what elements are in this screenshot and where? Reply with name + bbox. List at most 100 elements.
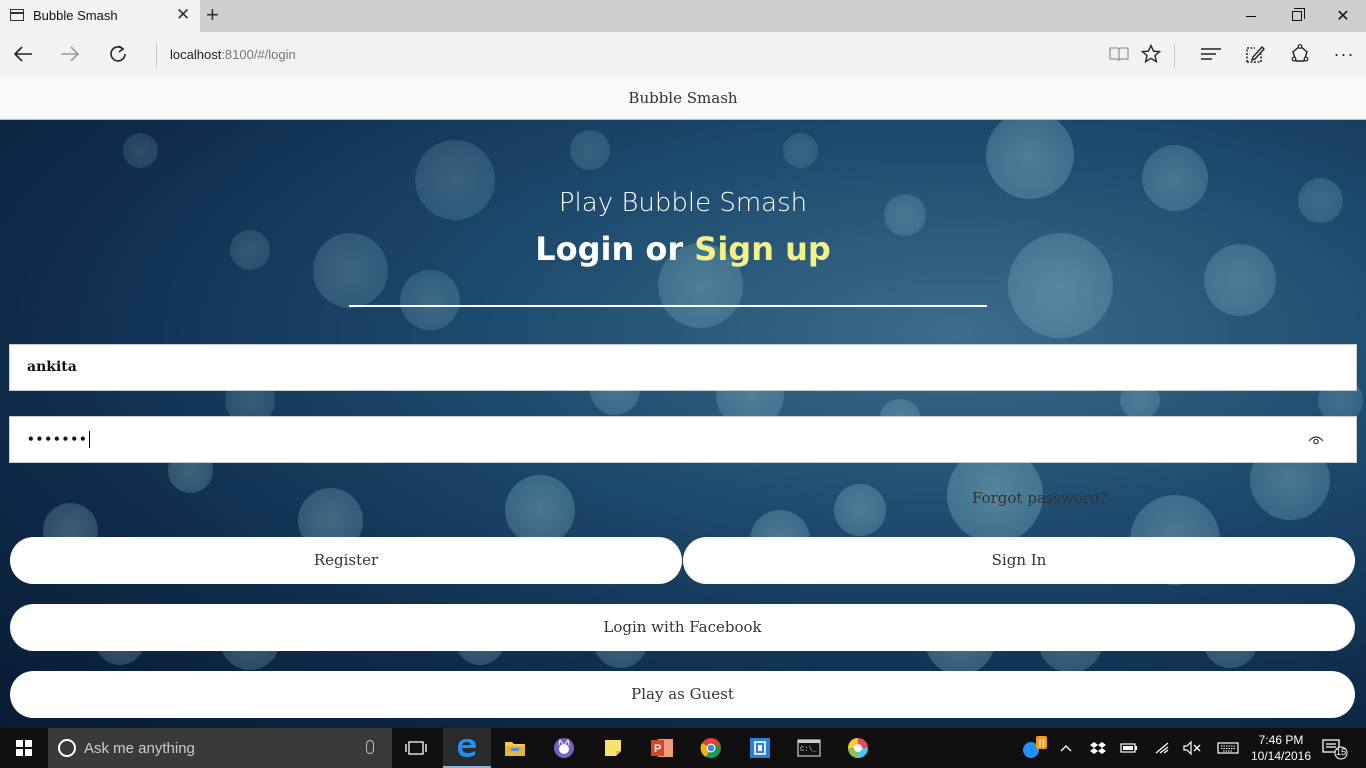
arrow-right-icon <box>61 46 80 62</box>
volume-tray[interactable] <box>1180 728 1204 768</box>
color-wheel-icon <box>848 738 868 758</box>
app-title: Bubble Smash <box>628 89 738 107</box>
hub-icon <box>1201 48 1221 60</box>
dropbox-tray[interactable] <box>1086 728 1110 768</box>
file-explorer-app[interactable] <box>491 728 539 768</box>
powerpoint-icon: P <box>651 739 673 757</box>
wifi-tray[interactable] <box>1150 728 1174 768</box>
minimize-button[interactable] <box>1228 0 1274 32</box>
edge-icon <box>458 739 476 757</box>
bokeh-circle <box>505 475 575 545</box>
hero-divider <box>349 305 987 307</box>
powerpoint-app[interactable]: P <box>638 728 686 768</box>
clock-date: 10/14/2016 <box>1250 749 1312 763</box>
tab-title: Bubble Smash <box>33 8 118 23</box>
folder-icon <box>505 742 525 756</box>
forward-button[interactable] <box>54 38 86 70</box>
tray-alert-app[interactable]: !! <box>1014 728 1054 768</box>
command-prompt-app[interactable]: C:\_ <box>785 728 833 768</box>
start-button[interactable] <box>0 728 48 768</box>
chrome-icon <box>700 738 721 759</box>
reading-view-button[interactable] <box>1103 38 1135 70</box>
refresh-button[interactable] <box>102 38 134 70</box>
dropbox-icon <box>1090 742 1106 754</box>
keyboard-icon <box>1217 742 1239 754</box>
action-center-button[interactable]: 15 <box>1320 736 1348 760</box>
hero-subtitle: Play Bubble Smash <box>558 188 808 218</box>
arrow-left-icon <box>13 46 32 62</box>
username-value: ankita <box>27 359 77 375</box>
svg-text:P: P <box>654 743 661 755</box>
bokeh-circle <box>834 484 886 536</box>
close-tab-icon[interactable]: ✕ <box>176 6 190 24</box>
battery-icon <box>1120 743 1137 753</box>
notification-count: 15 <box>1335 747 1346 757</box>
cortana-search[interactable]: Ask me anything <box>48 728 392 768</box>
eye-icon[interactable] <box>1308 433 1324 447</box>
bracket-icon <box>750 738 770 758</box>
alert-icon: !! <box>1023 736 1047 758</box>
sticky-notes-app[interactable] <box>589 728 637 768</box>
muted-speaker-icon <box>1183 741 1201 755</box>
edge-taskbar-app[interactable] <box>443 728 491 768</box>
window-close-button[interactable]: ✕ <box>1320 0 1366 32</box>
web-note-button[interactable] <box>1239 38 1271 70</box>
address-bar[interactable]: localhost:8100/#/login <box>170 47 296 62</box>
hero-title: Login or Sign up <box>0 230 1366 268</box>
windows-logo-icon <box>16 740 32 756</box>
bokeh-circle <box>570 130 610 170</box>
new-tab-icon[interactable]: + <box>206 3 219 27</box>
wifi-icon <box>1155 742 1169 754</box>
share-icon <box>1291 44 1309 62</box>
show-hidden-icons[interactable] <box>1054 728 1078 768</box>
more-icon[interactable]: ··· <box>1328 38 1360 70</box>
star-icon <box>1141 44 1161 64</box>
svg-text:!!: !! <box>1038 738 1045 750</box>
hero-title-accent: Sign up <box>694 230 831 268</box>
browser-tab[interactable]: Bubble Smash ✕ <box>0 0 200 32</box>
back-button[interactable] <box>7 38 39 70</box>
url-path: :8100/#/login <box>221 47 296 62</box>
search-placeholder: Ask me anything <box>84 740 195 757</box>
blue-box-app[interactable] <box>736 728 784 768</box>
app-header: Bubble Smash <box>0 76 1366 120</box>
chrome-app[interactable] <box>687 728 735 768</box>
clock-time: 7:46 PM <box>1258 733 1304 747</box>
minimize-icon <box>1246 15 1256 17</box>
terminal-icon: C:\_ <box>797 739 821 757</box>
microphone-icon[interactable] <box>366 740 374 754</box>
system-clock[interactable]: 7:46 PM 10/14/2016 <box>1250 732 1312 764</box>
battery-tray[interactable] <box>1117 728 1141 768</box>
login-content: Play Bubble Smash Login or Sign up ankit… <box>0 120 1366 728</box>
taskbar: Ask me anything P C:\_ !! 7:46 PM 10/14/… <box>0 728 1366 768</box>
register-button[interactable]: Register <box>10 537 682 584</box>
bokeh-circle <box>400 270 460 330</box>
browser-toolbar: localhost:8100/#/login ··· <box>0 32 1366 76</box>
svg-text:C:\_: C:\_ <box>800 746 818 754</box>
cortana-icon <box>58 739 76 757</box>
play-as-guest-button[interactable]: Play as Guest <box>10 671 1355 718</box>
browser-tab-strip: Bubble Smash ✕ + ✕ <box>0 0 1366 32</box>
cat-icon <box>554 738 574 758</box>
bokeh-circle <box>122 132 158 168</box>
address-separator <box>156 42 157 68</box>
password-field[interactable]: ••••••• <box>9 416 1357 463</box>
task-view-icon <box>405 741 427 755</box>
hub-button[interactable] <box>1195 38 1227 70</box>
hero-title-prefix: Login or <box>535 230 684 268</box>
chevron-up-icon <box>1060 745 1072 752</box>
username-field[interactable]: ankita <box>9 344 1357 391</box>
favorite-button[interactable] <box>1135 38 1167 70</box>
keyboard-tray[interactable] <box>1214 728 1242 768</box>
book-icon <box>1109 47 1129 62</box>
share-button[interactable] <box>1284 38 1316 70</box>
sign-in-button[interactable]: Sign In <box>683 537 1355 584</box>
purple-app[interactable] <box>540 728 588 768</box>
restore-button[interactable] <box>1274 0 1320 32</box>
forgot-password-link[interactable]: Forgot password? <box>972 489 1108 507</box>
task-view-button[interactable] <box>392 728 440 768</box>
photos-app[interactable] <box>834 728 882 768</box>
toolbar-separator <box>1174 44 1175 68</box>
facebook-login-button[interactable]: Login with Facebook <box>10 604 1355 651</box>
page-icon <box>10 9 24 21</box>
